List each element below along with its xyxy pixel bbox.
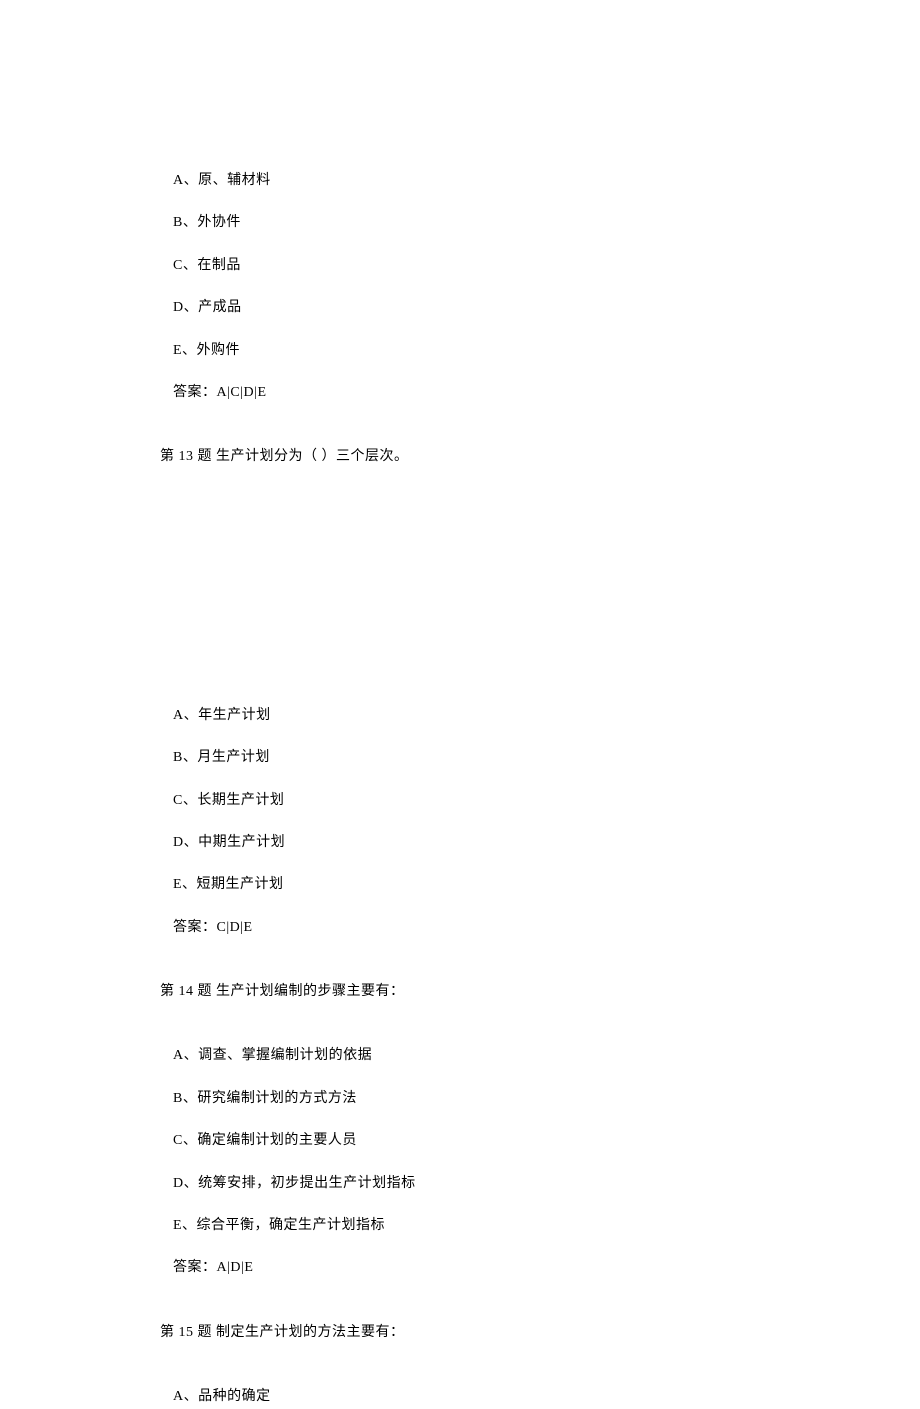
option-c: C、在制品 [173, 255, 920, 277]
question-15: 第 15 题 制定生产计划的方法主要有： [160, 1322, 920, 1344]
option-a: A、品种的确定 [173, 1386, 920, 1408]
question-13: 第 13 题 生产计划分为（ ）三个层次。 [160, 446, 920, 468]
option-a: A、年生产计划 [173, 705, 920, 727]
option-d: D、中期生产计划 [173, 832, 920, 854]
answer-text: 答案：A|C|D|E [173, 382, 920, 404]
option-d: D、统筹安排，初步提出生产计划指标 [173, 1173, 920, 1195]
answer-text: 答案：A|D|E [173, 1257, 920, 1279]
option-b: B、研究编制计划的方式方法 [173, 1088, 920, 1110]
option-b: B、外协件 [173, 212, 920, 234]
option-e: E、短期生产计划 [173, 874, 920, 896]
option-c: C、长期生产计划 [173, 790, 920, 812]
option-b: B、月生产计划 [173, 747, 920, 769]
option-c: C、确定编制计划的主要人员 [173, 1130, 920, 1152]
option-e: E、综合平衡，确定生产计划指标 [173, 1215, 920, 1237]
option-a: A、调查、掌握编制计划的依据 [173, 1045, 920, 1067]
question-14: 第 14 题 生产计划编制的步骤主要有： [160, 981, 920, 1003]
option-a: A、原、辅材料 [173, 170, 920, 192]
option-d: D、产成品 [173, 297, 920, 319]
answer-text: 答案：C|D|E [173, 917, 920, 939]
option-e: E、外购件 [173, 340, 920, 362]
